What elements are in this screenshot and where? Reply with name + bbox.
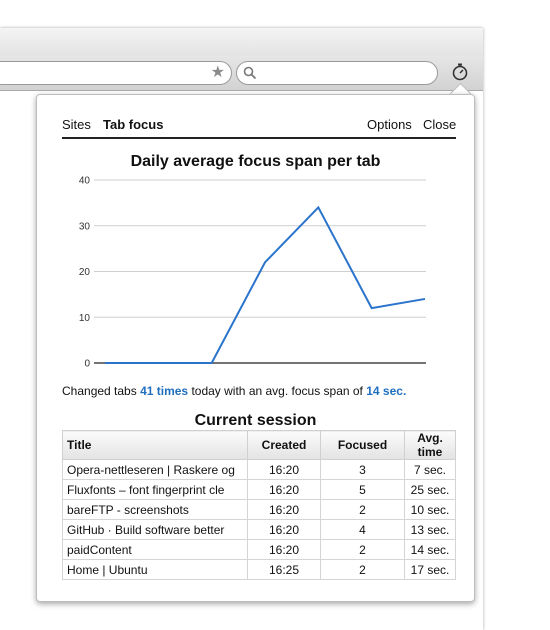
series-line xyxy=(105,205,426,364)
row-avg-time: 7 sec. xyxy=(404,459,456,480)
y-tick-label: 40 xyxy=(79,176,91,187)
row-title: paidContent xyxy=(62,539,248,560)
table-header-row: Title Created Focused Avg. time xyxy=(62,430,456,460)
row-focused: 3 xyxy=(320,459,405,480)
row-focused: 2 xyxy=(320,499,405,520)
row-created: 16:20 xyxy=(247,459,321,480)
session-title: Current session xyxy=(194,412,317,429)
table-row: paidContent 16:20 2 14 sec. xyxy=(62,539,456,560)
address-bar[interactable]: ★ xyxy=(0,61,232,85)
summary-prefix: Changed tabs xyxy=(62,384,137,398)
row-title: GitHub · Build software better xyxy=(62,519,248,540)
y-tick-label: 0 xyxy=(84,359,90,370)
y-tick-label: 10 xyxy=(79,313,91,324)
toolbar: ★ xyxy=(0,56,483,91)
row-title: bareFTP - screenshots xyxy=(62,499,248,520)
row-avg-time: 17 sec. xyxy=(404,559,456,580)
header-avg-time[interactable]: Avg. time xyxy=(404,430,456,460)
row-created: 16:20 xyxy=(247,479,321,500)
focus-span-chart: 0 10 20 30 40 xyxy=(79,176,426,370)
tab-focus-popup: Sites Tab focus Options Close Daily aver… xyxy=(36,94,475,602)
header-title[interactable]: Title xyxy=(62,430,248,460)
row-title: Opera-nettleseren | Raskere og xyxy=(62,459,248,480)
row-focused: 2 xyxy=(320,559,405,580)
session-table: Title Created Focused Avg. time Opera-ne… xyxy=(62,430,456,580)
table-row: GitHub · Build software better 16:20 4 1… xyxy=(62,519,456,540)
row-avg-time: 10 sec. xyxy=(404,499,456,520)
row-avg-time: 14 sec. xyxy=(404,539,456,560)
table-row: Home | Ubuntu 16:25 2 17 sec. xyxy=(62,559,456,580)
table-row: Fluxfonts – font fingerprint cle 16:20 5… xyxy=(62,479,456,500)
avg-focus-span: 14 sec. xyxy=(366,384,407,398)
row-avg-time: 25 sec. xyxy=(404,479,456,500)
table-row: bareFTP - screenshots 16:20 2 10 sec. xyxy=(62,499,456,520)
row-focused: 5 xyxy=(320,479,405,500)
row-avg-time: 13 sec. xyxy=(404,519,456,540)
table-row: Opera-nettleseren | Raskere og 16:20 3 7… xyxy=(62,459,456,480)
y-tick-label: 20 xyxy=(79,267,91,278)
header-focused[interactable]: Focused xyxy=(320,430,405,460)
title-bar xyxy=(0,28,483,57)
row-created: 16:20 xyxy=(247,519,321,540)
summary-text: Changed tabs 41 times today with an avg.… xyxy=(62,384,406,398)
row-title: Fluxfonts – font fingerprint cle xyxy=(62,479,248,500)
row-focused: 2 xyxy=(320,539,405,560)
row-focused: 4 xyxy=(320,519,405,540)
tab-change-count: 41 times xyxy=(140,384,189,398)
row-title: Home | Ubuntu xyxy=(62,559,248,580)
y-tick-label: 30 xyxy=(79,221,91,232)
stopwatch-icon[interactable] xyxy=(450,62,470,82)
star-icon[interactable]: ★ xyxy=(211,63,225,83)
row-created: 16:20 xyxy=(247,499,321,520)
row-created: 16:25 xyxy=(247,559,321,580)
summary-middle: today with an avg. focus span of xyxy=(191,384,363,398)
row-created: 16:20 xyxy=(247,539,321,560)
search-input[interactable] xyxy=(236,61,438,85)
search-icon xyxy=(243,66,257,80)
header-created[interactable]: Created xyxy=(247,430,321,460)
